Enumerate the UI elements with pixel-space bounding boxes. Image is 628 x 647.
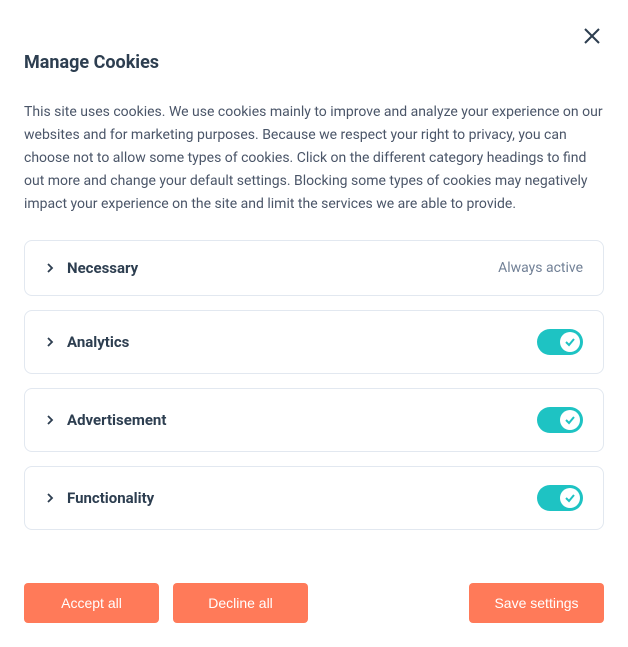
toggle-knob: [560, 410, 580, 430]
category-label: Functionality: [67, 489, 154, 507]
category-label: Necessary: [67, 259, 138, 277]
chevron-right-icon: [45, 263, 55, 273]
cookie-settings-modal: Manage Cookies This site uses cookies. W…: [0, 0, 628, 647]
chevron-right-icon: [45, 415, 55, 425]
accept-all-button[interactable]: Accept all: [24, 583, 159, 623]
decline-all-button[interactable]: Decline all: [173, 583, 308, 623]
toggle-knob: [560, 488, 580, 508]
toggle-analytics[interactable]: [537, 329, 583, 355]
cookie-categories: Necessary Always active Analytics: [24, 240, 604, 565]
close-icon: [583, 27, 601, 45]
category-header: Functionality: [45, 489, 154, 507]
category-advertisement[interactable]: Advertisement: [24, 388, 604, 452]
close-button[interactable]: [580, 24, 604, 48]
modal-description: This site uses cookies. We use cookies m…: [24, 101, 604, 216]
category-necessary[interactable]: Necessary Always active: [24, 240, 604, 296]
toggle-functionality[interactable]: [537, 485, 583, 511]
chevron-right-icon: [45, 493, 55, 503]
toggle-advertisement[interactable]: [537, 407, 583, 433]
chevron-right-icon: [45, 337, 55, 347]
always-active-label: Always active: [498, 260, 583, 276]
category-header: Necessary: [45, 259, 138, 277]
category-label: Analytics: [67, 333, 129, 351]
category-label: Advertisement: [67, 411, 166, 429]
category-analytics[interactable]: Analytics: [24, 310, 604, 374]
category-functionality[interactable]: Functionality: [24, 466, 604, 530]
toggle-knob: [560, 332, 580, 352]
check-icon: [564, 492, 576, 504]
category-header: Advertisement: [45, 411, 166, 429]
category-header: Analytics: [45, 333, 129, 351]
save-settings-button[interactable]: Save settings: [469, 583, 604, 623]
modal-footer: Accept all Decline all Save settings: [24, 581, 604, 623]
check-icon: [564, 414, 576, 426]
modal-title: Manage Cookies: [24, 52, 604, 73]
check-icon: [564, 336, 576, 348]
